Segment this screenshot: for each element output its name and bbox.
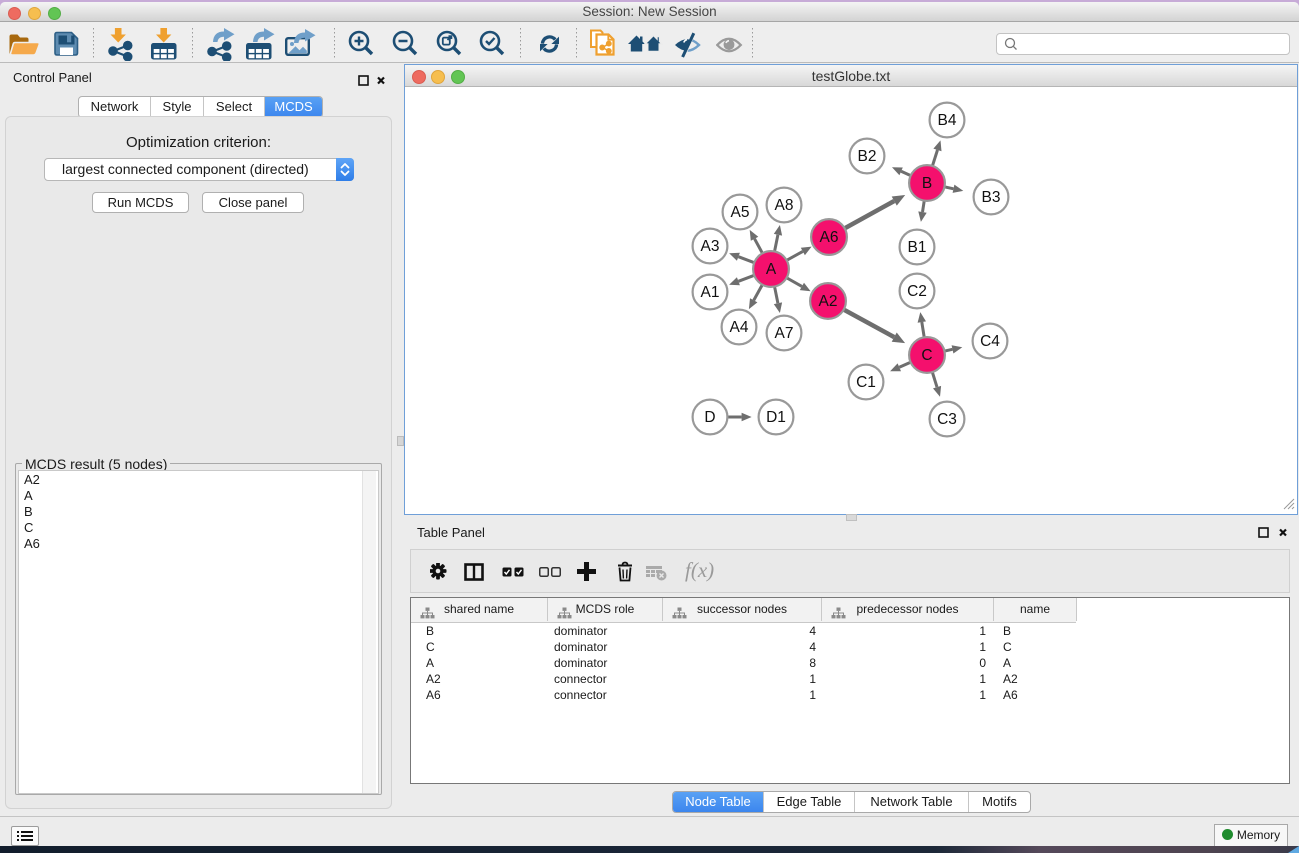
svg-text:A2: A2 bbox=[819, 293, 838, 310]
svg-text:B: B bbox=[922, 175, 932, 192]
svg-text:A4: A4 bbox=[730, 319, 749, 336]
svg-text:A1: A1 bbox=[701, 284, 720, 301]
svg-text:C2: C2 bbox=[907, 283, 927, 300]
svg-text:D1: D1 bbox=[766, 409, 786, 426]
svg-text:A5: A5 bbox=[731, 204, 750, 221]
svg-text:B1: B1 bbox=[908, 239, 927, 256]
svg-text:B4: B4 bbox=[938, 112, 957, 129]
svg-text:D: D bbox=[704, 409, 715, 426]
svg-text:C: C bbox=[921, 347, 932, 364]
svg-text:C3: C3 bbox=[937, 411, 957, 428]
svg-text:A8: A8 bbox=[775, 197, 794, 214]
svg-text:B3: B3 bbox=[982, 189, 1001, 206]
svg-text:B2: B2 bbox=[858, 148, 877, 165]
svg-text:A3: A3 bbox=[701, 238, 720, 255]
svg-text:A: A bbox=[766, 261, 777, 278]
svg-text:C1: C1 bbox=[856, 374, 876, 391]
svg-text:C4: C4 bbox=[980, 333, 1000, 350]
svg-text:A6: A6 bbox=[820, 229, 839, 246]
svg-text:A7: A7 bbox=[775, 325, 794, 342]
